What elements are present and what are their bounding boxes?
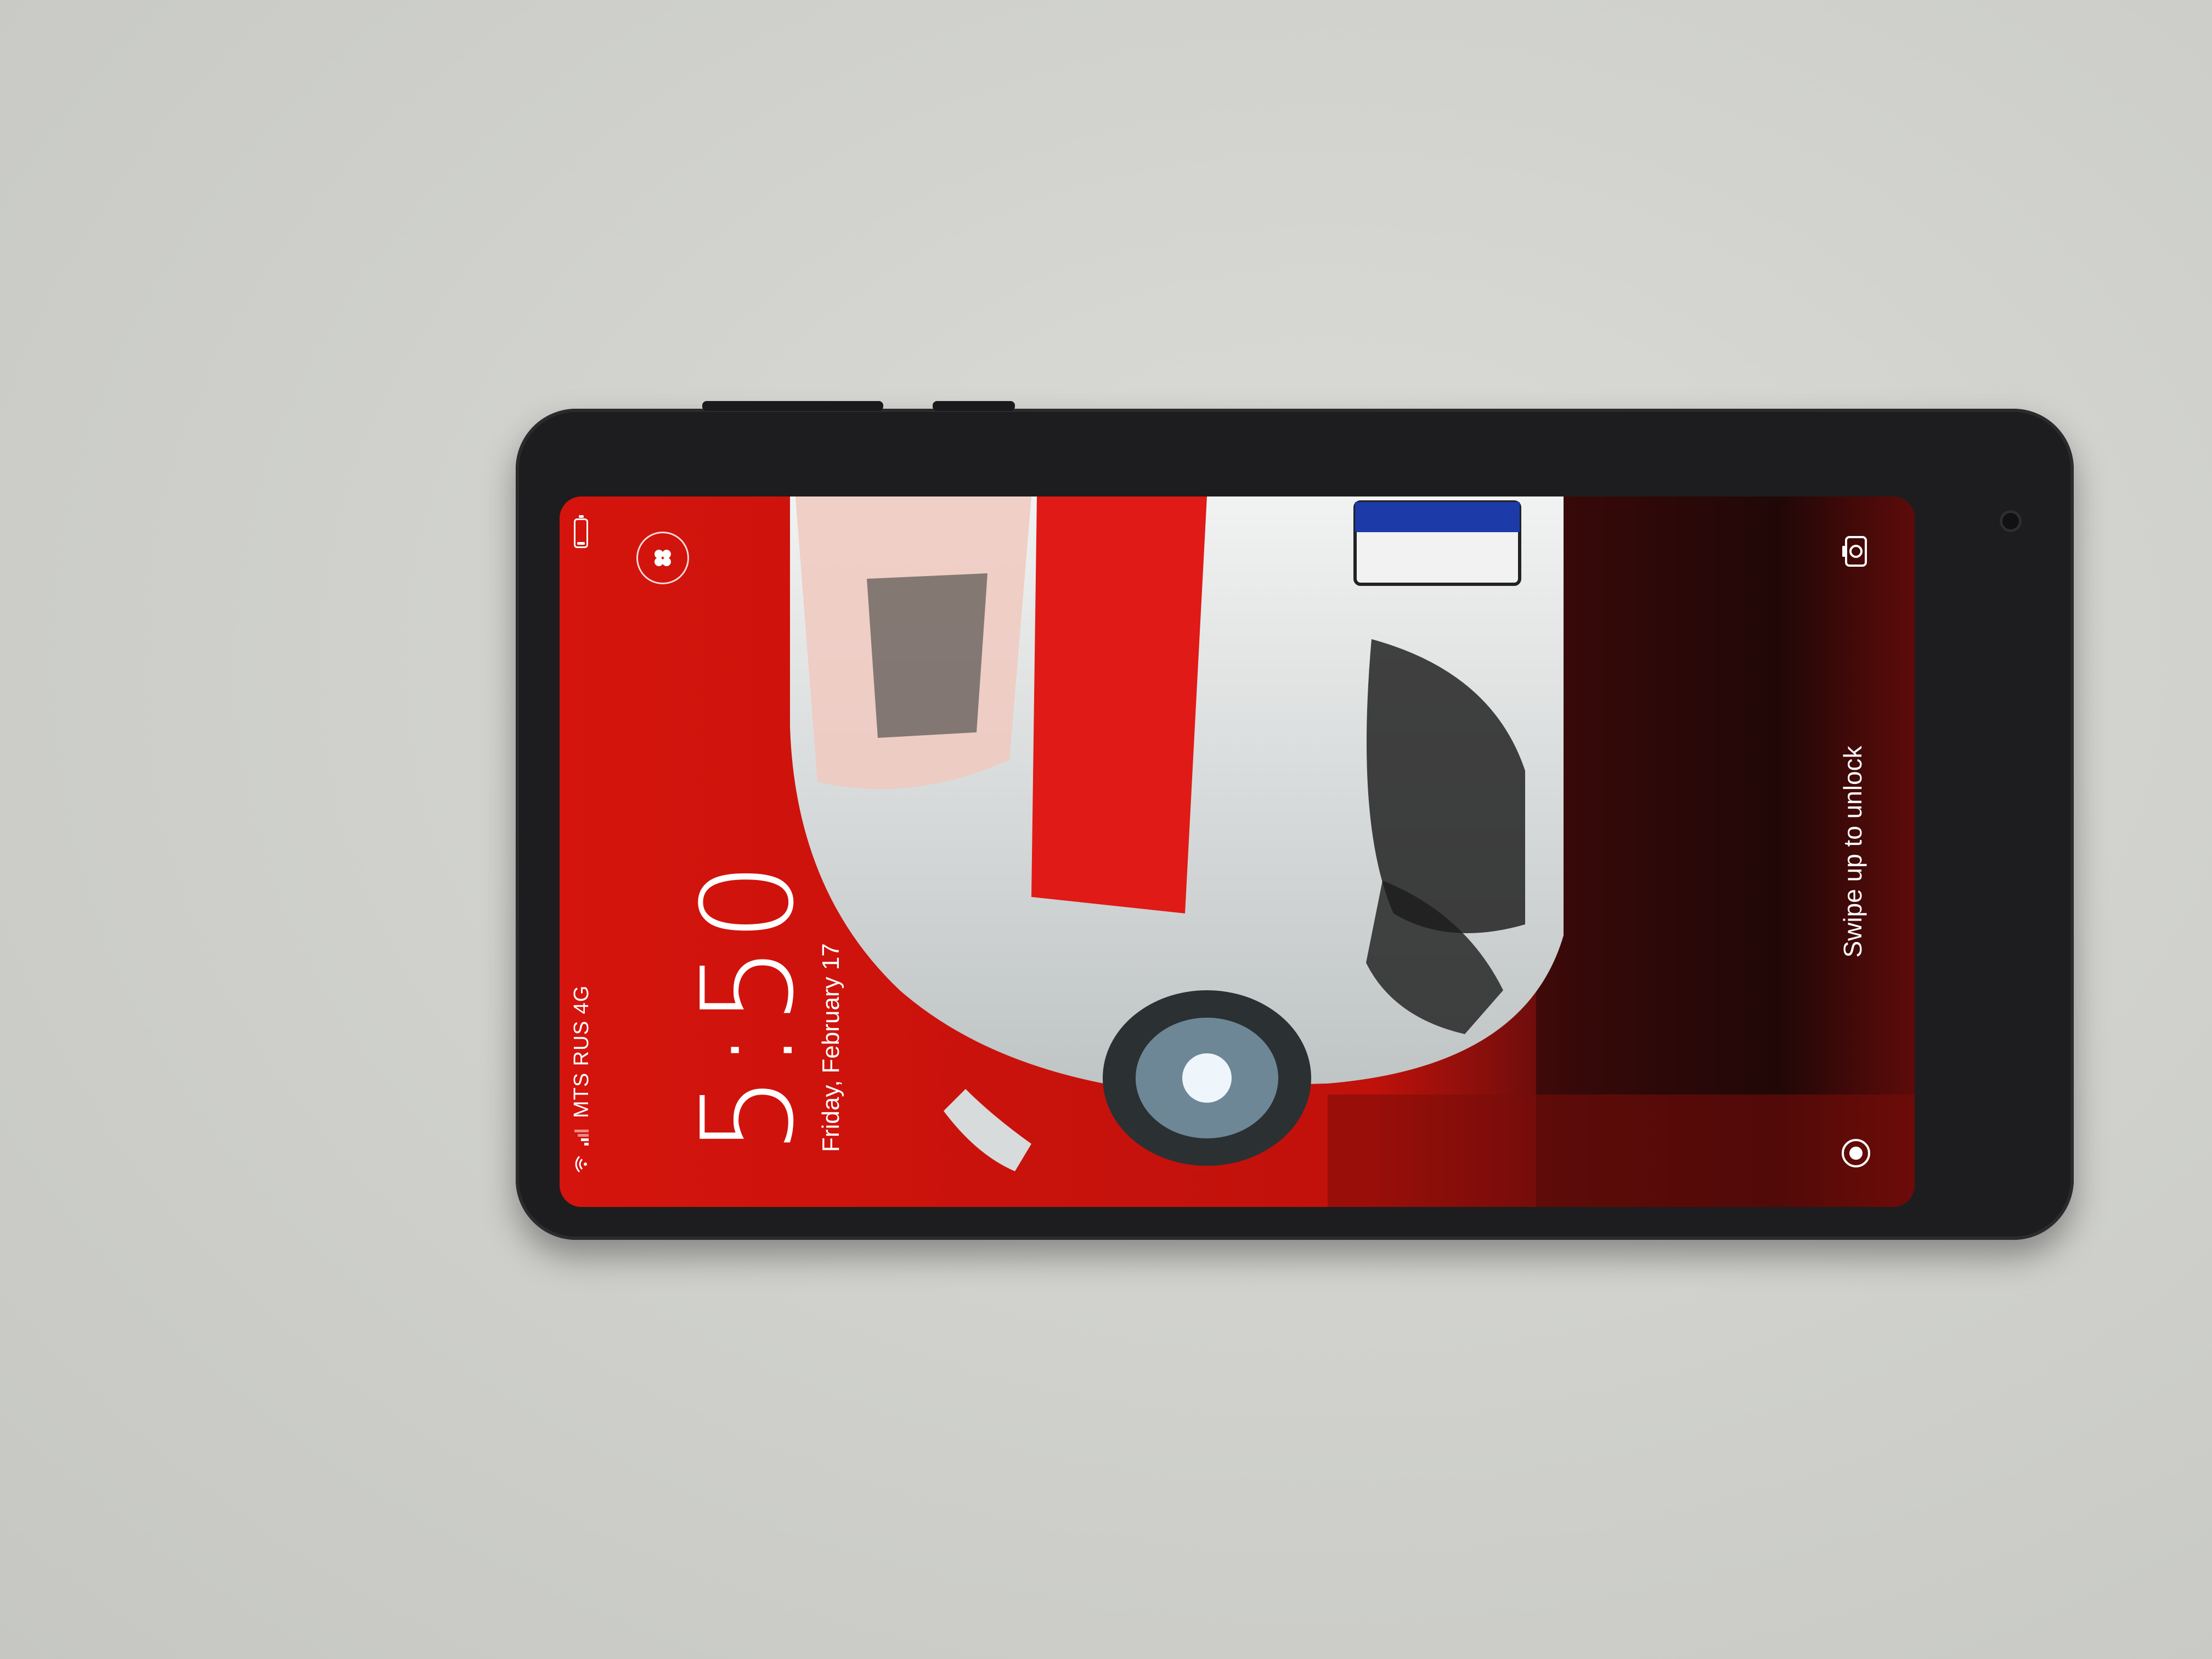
front-camera <box>2000 510 2022 532</box>
theme-button[interactable] <box>636 532 689 584</box>
unlock-hint: Swipe up to unlock <box>1838 746 1867 958</box>
wifi-icon <box>575 1156 587 1172</box>
camera-icon[interactable] <box>1841 535 1868 568</box>
signal-icon <box>574 1130 589 1146</box>
status-bar: MTS RUS 4G <box>560 496 603 1207</box>
power-button <box>933 401 1015 411</box>
carrier-label: MTS RUS 4G <box>569 985 593 1118</box>
lock-screen-ui: MTS RUS 4G 5:50 Friday, February 17 Swip… <box>560 496 1915 1207</box>
lock-clock: 5:50 <box>675 858 822 1155</box>
lock-screen[interactable]: MTS RUS 4G 5:50 Friday, February 17 Swip… <box>560 496 1915 1207</box>
clover-icon <box>654 550 671 566</box>
battery-level <box>577 542 585 545</box>
phone-device: MTS RUS 4G 5:50 Friday, February 17 Swip… <box>516 401 2074 1240</box>
battery-icon <box>574 518 588 548</box>
lock-date: Friday, February 17 <box>817 943 844 1152</box>
volume-button <box>702 401 883 411</box>
